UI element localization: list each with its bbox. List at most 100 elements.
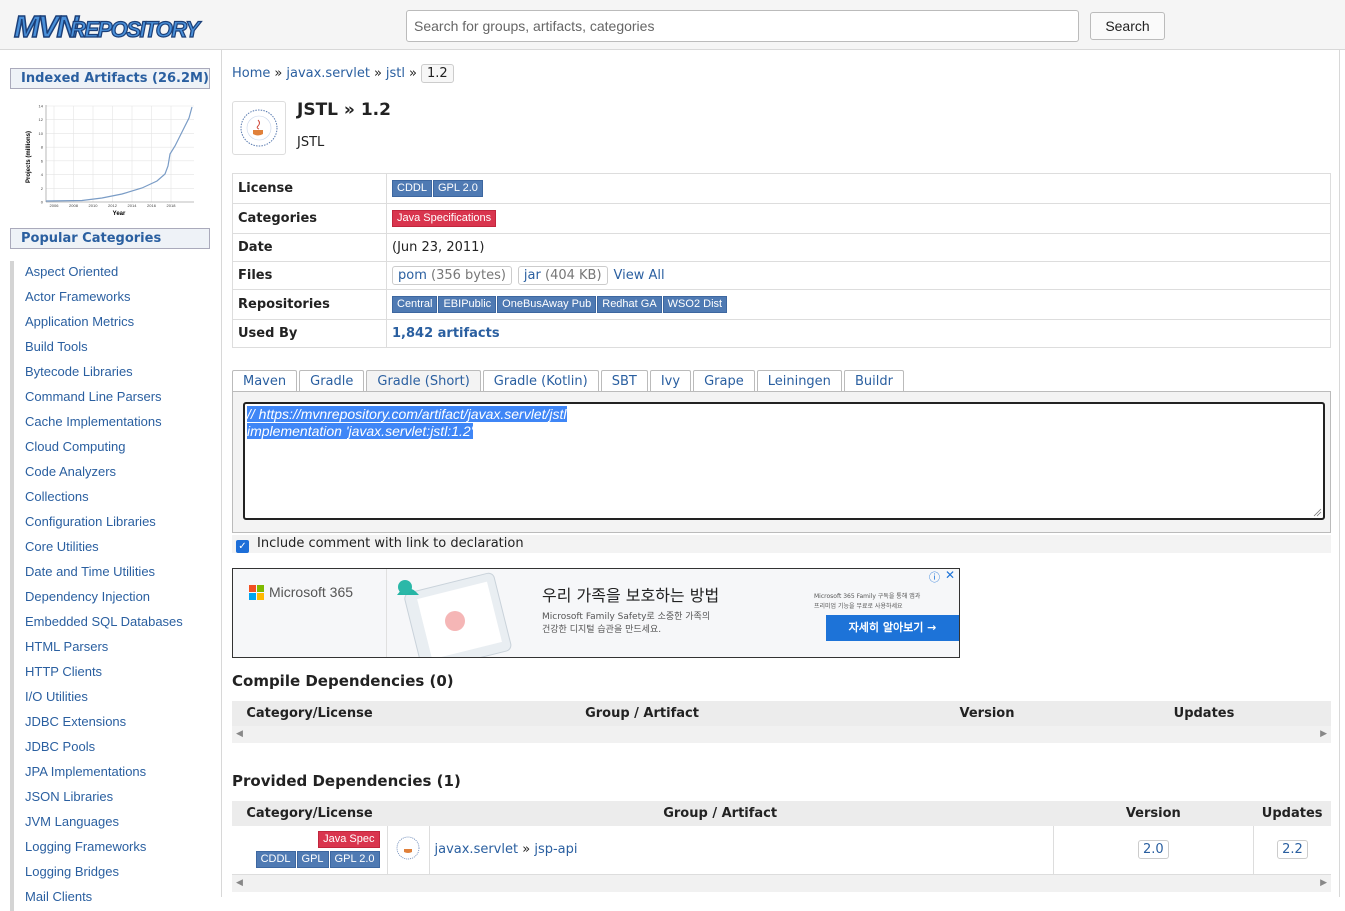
ad-info-icon[interactable]: ⓘ (929, 569, 940, 585)
sidebar-category-link[interactable]: Cloud Computing (10, 436, 210, 461)
chart-ytick: 6 (41, 158, 44, 163)
sidebar-category-link[interactable]: Mail Clients (10, 886, 210, 911)
provided-table-scrollbar[interactable]: ◀ ▶ (232, 875, 1331, 892)
ad-cta-button[interactable]: 자세히 알아보기 → (826, 615, 959, 641)
chart-ylabel: Projects (millions) (26, 131, 32, 183)
license-badge: GPL 2.0 (432, 180, 483, 197)
sidebar-category-link[interactable]: Code Analyzers (10, 461, 210, 486)
repository-badge[interactable]: OneBusAway Pub (497, 296, 597, 313)
sidebar-category-link[interactable]: Embedded SQL Databases (10, 611, 210, 636)
tab-buildr[interactable]: Buildr (843, 370, 904, 392)
sidebar-category-link[interactable]: HTML Parsers (10, 636, 210, 661)
site-header: MVN REPOSITORY Search (0, 0, 1345, 50)
repositories-badges: Central EBIPublic OneBusAway Pub Redhat GA W… (386, 289, 1331, 320)
sidebar-category-link[interactable]: Logging Frameworks (10, 836, 210, 861)
tab-gradle-kotlin[interactable]: Gradle (Kotlin) (482, 370, 599, 392)
provided-dependencies-title: Provided Dependencies (1) (232, 772, 461, 790)
snippet-line-2: implementation 'javax.servlet:jstl:1.2' (247, 423, 474, 439)
row-version: 2.0 (1052, 826, 1254, 875)
sidebar-category-link[interactable]: Cache Implementations (10, 411, 210, 436)
mvnrepository-logo[interactable]: MVN REPOSITORY (13, 8, 209, 45)
sidebar-category-link[interactable]: Bytecode Libraries (10, 361, 210, 386)
include-comment-label: Include comment with link to declaration (257, 536, 524, 551)
tab-grape[interactable]: Grape (693, 370, 755, 392)
category-badge[interactable]: Java Specifications (392, 210, 497, 227)
sidebar-category-link[interactable]: JDBC Pools (10, 736, 210, 761)
sidebar-category-link[interactable]: Date and Time Utilities (10, 561, 210, 586)
chart-ytick: 2 (41, 186, 44, 191)
sidebar-category-link[interactable]: Build Tools (10, 336, 210, 361)
popular-categories-heading: Popular Categories (10, 228, 210, 249)
dependency-group-link[interactable]: javax.servlet (435, 842, 519, 857)
tab-gradle-short[interactable]: Gradle (Short) (366, 370, 481, 392)
pom-file-link[interactable]: pom (356 bytes) (392, 266, 512, 285)
sidebar-category-link[interactable]: JDBC Extensions (10, 711, 210, 736)
provided-dependencies-table: Category/License Group / Artifact Versio… (232, 801, 1331, 875)
compile-dependencies-table: Category/License Group / Artifact Versio… (232, 701, 1331, 726)
repository-badge[interactable]: Redhat GA (597, 296, 662, 313)
category-badge[interactable]: Java Spec (318, 831, 380, 849)
sidebar-category-link[interactable]: JPA Implementations (10, 761, 210, 786)
chart-ytick: 14 (39, 104, 44, 109)
pom-link-text[interactable]: pom (398, 268, 427, 283)
jar-file-link[interactable]: jar (404 KB) (517, 266, 608, 285)
build-tool-tabs: Maven Gradle Gradle (Short) Gradle (Kotlin)… (232, 370, 906, 392)
repository-badge[interactable]: WSO2 Dist (662, 296, 728, 313)
sidebar-category-link[interactable]: Actor Frameworks (10, 286, 210, 311)
used-by-link[interactable]: 1,842 artifacts (392, 326, 500, 341)
tab-leiningen[interactable]: Leiningen (756, 370, 842, 392)
sidebar-category-link[interactable]: JSON Libraries (10, 786, 210, 811)
row-logo-cell (386, 826, 430, 875)
dependency-snippet-textarea[interactable]: // https://mvnrepository.com/artifact/ja… (243, 402, 1325, 520)
resize-handle-icon[interactable] (1313, 508, 1322, 517)
sidebar-category-link[interactable]: Application Metrics (10, 311, 210, 336)
advertisement-banner[interactable]: Microsoft 365 우리 가족을 보호하는 방법 Microsoft F… (232, 568, 960, 658)
sidebar-category-link[interactable]: Aspect Oriented (10, 261, 210, 286)
chart-xtick: 2018 (167, 203, 177, 208)
ad-close-icon[interactable]: ✕ (945, 568, 955, 582)
tab-gradle[interactable]: Gradle (299, 370, 365, 392)
scroll-left-icon[interactable]: ◀ (236, 726, 243, 743)
ad-body-line-1: Microsoft Family Safety로 소중한 가족의 (542, 612, 711, 622)
sidebar-category-link[interactable]: Command Line Parsers (10, 386, 210, 411)
col-group-artifact: Group / Artifact (387, 801, 1054, 826)
tab-ivy[interactable]: Ivy (649, 370, 692, 392)
tab-maven[interactable]: Maven (232, 370, 298, 392)
sidebar-category-link[interactable]: Core Utilities (10, 536, 210, 561)
view-all-link[interactable]: View All (614, 268, 665, 283)
scroll-right-icon[interactable]: ▶ (1320, 726, 1327, 743)
compile-table-scrollbar[interactable]: ◀ ▶ (232, 726, 1331, 743)
row-group-artifact: javax.servlet » jsp-api (429, 826, 1054, 875)
repository-badge[interactable]: Central (392, 296, 438, 313)
ad-body-line-2: 건강한 디지털 습관을 만드세요. (542, 625, 662, 635)
used-by-label: Used By (232, 319, 387, 348)
sidebar-category-link[interactable]: Dependency Injection (10, 586, 210, 611)
sidebar-category-link[interactable]: Logging Bridges (10, 861, 210, 886)
breadcrumb-home[interactable]: Home (232, 66, 270, 81)
dependency-version-link[interactable]: 2.0 (1137, 840, 1169, 860)
dependency-artifact-link[interactable]: jsp-api (534, 842, 577, 857)
col-category-license: Category/License (232, 701, 387, 726)
dependency-update-link[interactable]: 2.2 (1277, 840, 1308, 860)
search-button[interactable]: Search (1090, 12, 1165, 40)
sidebar-category-link[interactable]: JVM Languages (10, 811, 210, 836)
breadcrumb-artifact[interactable]: jstl (386, 66, 405, 81)
sidebar-category-link[interactable]: HTTP Clients (10, 661, 210, 686)
repository-badge[interactable]: EBIPublic (438, 296, 497, 313)
search-input[interactable] (406, 10, 1079, 42)
tab-sbt[interactable]: SBT (600, 370, 648, 392)
compile-dependencies-title: Compile Dependencies (0) (232, 672, 454, 690)
include-comment-checkbox[interactable]: ✓ (236, 540, 249, 553)
col-updates: Updates (1253, 801, 1331, 826)
indexed-artifacts-chart: Projects (millions) 14 12 10 8 6 4 2 0 2006 2008… (26, 104, 194, 217)
java-logo-icon (240, 109, 278, 147)
artifact-subtitle: JSTL (297, 135, 325, 150)
scroll-right-icon[interactable]: ▶ (1320, 875, 1327, 892)
jar-link-text[interactable]: jar (524, 268, 541, 283)
sidebar-category-link[interactable]: I/O Utilities (10, 686, 210, 711)
sidebar-category-link[interactable]: Configuration Libraries (10, 511, 210, 536)
sidebar-category-link[interactable]: Collections (10, 486, 210, 511)
row-updates: 2.2 (1252, 826, 1331, 875)
breadcrumb-group[interactable]: javax.servlet (286, 66, 370, 81)
scroll-left-icon[interactable]: ◀ (236, 875, 243, 892)
